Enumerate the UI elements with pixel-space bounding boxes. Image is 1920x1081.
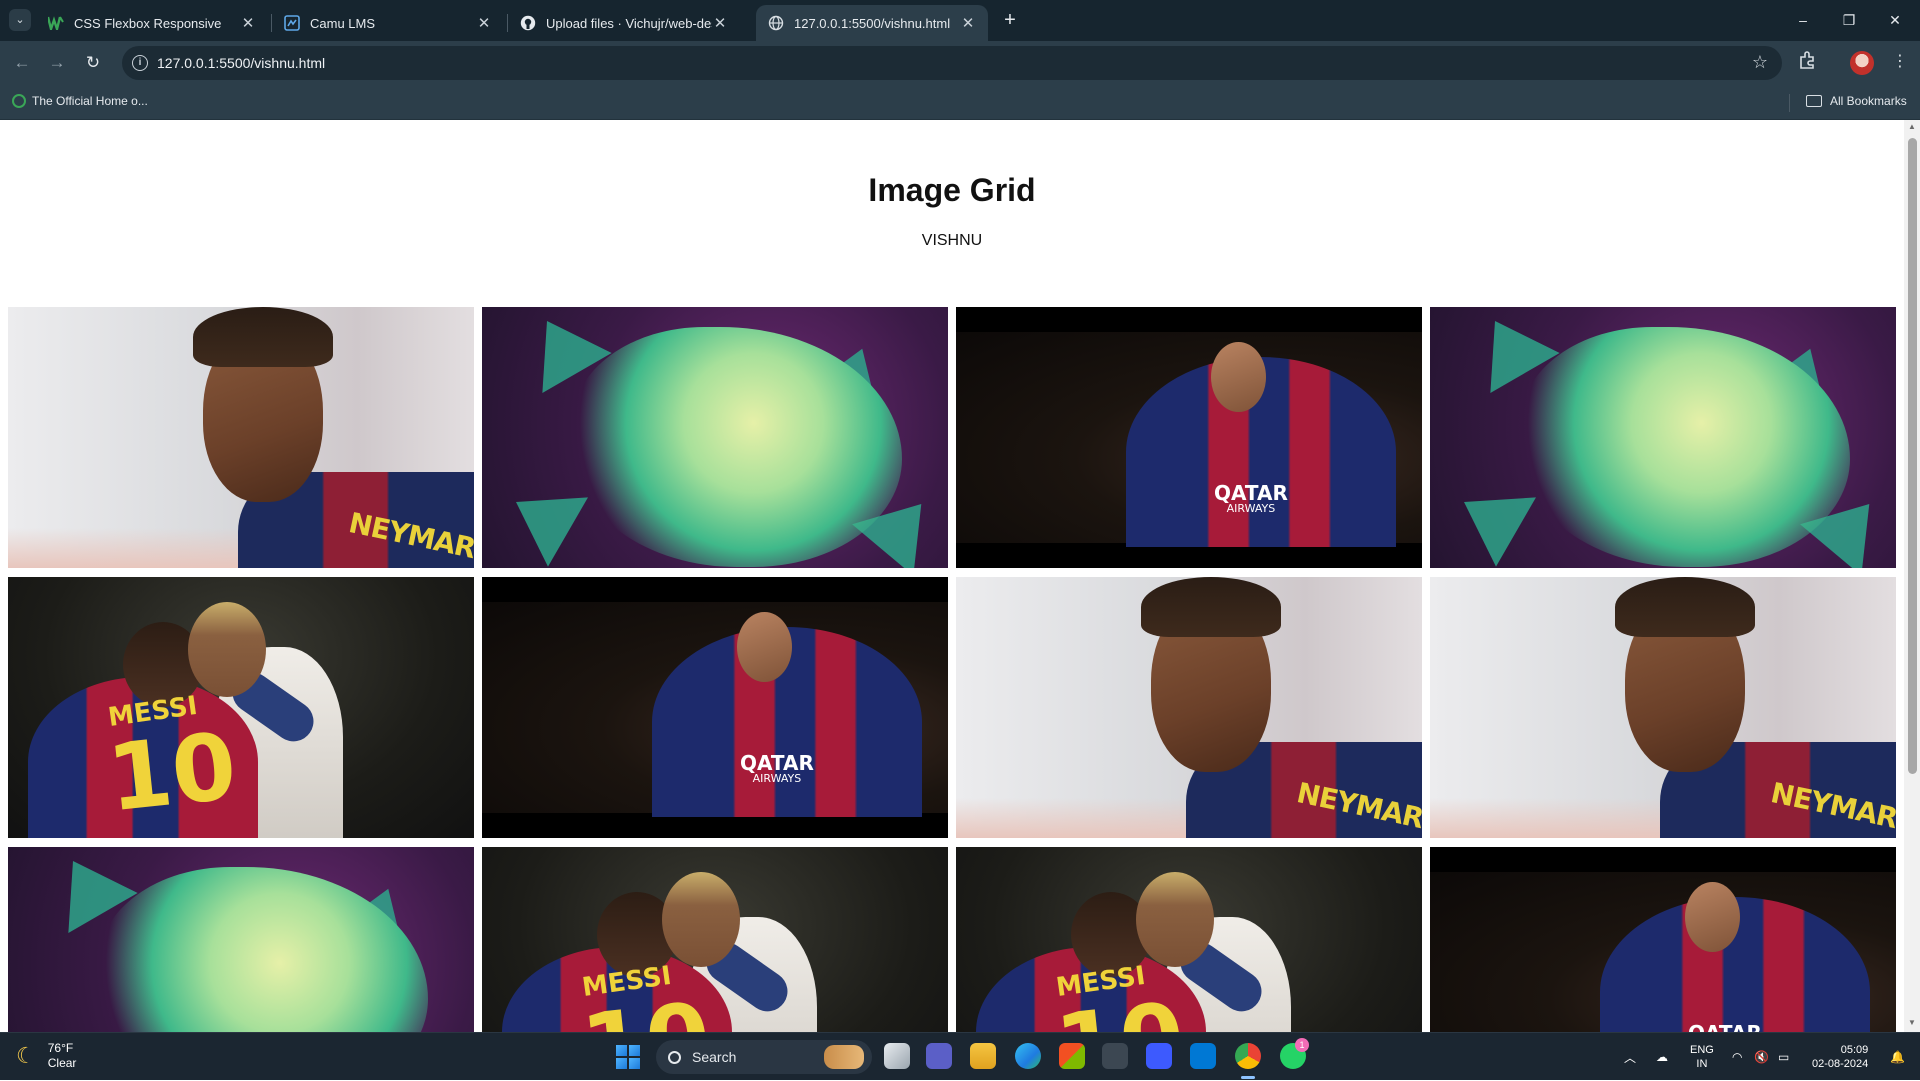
menu-kebab-icon[interactable]: ⋮ bbox=[1892, 51, 1908, 71]
taskbar-search-label: Search bbox=[692, 1049, 737, 1065]
region-code: IN bbox=[1696, 1058, 1708, 1070]
search-highlight-icon bbox=[824, 1045, 864, 1069]
page-title: Image Grid bbox=[868, 172, 1036, 208]
vscode-icon[interactable] bbox=[1190, 1043, 1216, 1069]
search-icon bbox=[668, 1050, 681, 1064]
bookmark-item[interactable]: The Official Home o... bbox=[12, 94, 148, 108]
tab-github-upload[interactable]: Upload files · Vichujr/web-desig ✕ bbox=[508, 5, 740, 41]
tab-title: CSS Flexbox Responsive bbox=[74, 15, 222, 31]
moon-icon: ☾ bbox=[16, 1043, 36, 1068]
grid-image-neymar-art bbox=[1430, 307, 1896, 568]
chevron-up-icon[interactable]: ︿ bbox=[1624, 1033, 1636, 1081]
language-indicator[interactable]: ENG IN bbox=[1690, 1043, 1714, 1071]
tab-css-flexbox[interactable]: CSS Flexbox Responsive ✕ bbox=[36, 5, 268, 41]
close-tab-icon[interactable]: ✕ bbox=[476, 14, 492, 32]
teams-icon[interactable] bbox=[926, 1043, 952, 1069]
bookmark-favicon-icon bbox=[12, 94, 26, 108]
grid-image-neymar-portrait: NEYMAR bbox=[956, 577, 1422, 838]
w3schools-icon bbox=[48, 15, 64, 31]
start-button[interactable] bbox=[616, 1045, 640, 1069]
tab-camu-lms[interactable]: Camu LMS ✕ bbox=[272, 5, 504, 41]
tab-title: Camu LMS bbox=[310, 15, 376, 31]
grid-image-messi-neymar-hug: MESSI10 bbox=[8, 577, 474, 838]
tab-vishnu-html[interactable]: 127.0.0.1:5500/vishnu.html ✕ bbox=[756, 5, 988, 41]
grid-image-neymar-stadium: QATARAIRWAYS bbox=[482, 577, 948, 838]
grid-image-neymar-portrait: NEYMAR bbox=[1430, 577, 1896, 838]
app-ai-icon[interactable] bbox=[1146, 1043, 1172, 1069]
bookmarks-bar: The Official Home o... All Bookmarks bbox=[0, 85, 1920, 120]
address-bar[interactable]: i 127.0.0.1:5500/vishnu.html ☆ bbox=[122, 46, 1782, 80]
address-url[interactable]: 127.0.0.1:5500/vishnu.html bbox=[157, 55, 325, 71]
clock[interactable]: 05:09 02-08-2024 bbox=[1812, 1043, 1868, 1071]
all-bookmarks-button[interactable]: All Bookmarks bbox=[1806, 94, 1907, 108]
scroll-down-icon[interactable]: ▼ bbox=[1907, 1018, 1917, 1027]
chrome-icon[interactable] bbox=[1235, 1043, 1261, 1069]
reload-icon[interactable]: ↻ bbox=[81, 51, 105, 75]
minimize-icon[interactable]: – bbox=[1780, 0, 1826, 40]
new-tab-button[interactable]: + bbox=[996, 6, 1024, 34]
camu-icon bbox=[284, 15, 300, 31]
browser-toolbar: ← → ↻ i 127.0.0.1:5500/vishnu.html ☆ ⋮ bbox=[0, 41, 1920, 85]
battery-icon[interactable]: ▭ bbox=[1778, 1033, 1789, 1081]
grid-image-neymar-stadium: QATARAIRWAYS bbox=[956, 307, 1422, 568]
tab-search-button[interactable]: ⌄ bbox=[9, 9, 31, 31]
notification-bell-icon[interactable]: 🔔 bbox=[1890, 1033, 1905, 1081]
bookmark-star-icon[interactable]: ☆ bbox=[1752, 52, 1768, 73]
grid-image-neymar-art bbox=[482, 307, 948, 568]
taskbar-search[interactable]: Search bbox=[656, 1040, 872, 1074]
app-hex-icon[interactable] bbox=[1102, 1043, 1128, 1069]
wifi-icon[interactable]: ◠ bbox=[1732, 1033, 1742, 1081]
grid-image-neymar-stadium: QATARAIRWAYS bbox=[1430, 847, 1896, 1032]
page-subtitle: VISHNU bbox=[921, 232, 983, 249]
tab-title: 127.0.0.1:5500/vishnu.html bbox=[794, 15, 951, 31]
edge-icon[interactable] bbox=[1015, 1043, 1041, 1069]
language-code: ENG bbox=[1690, 1044, 1714, 1056]
extensions-icon[interactable] bbox=[1798, 51, 1816, 74]
restore-icon[interactable]: ❐ bbox=[1826, 0, 1872, 40]
close-tab-icon[interactable]: ✕ bbox=[712, 14, 728, 32]
windows-taskbar: ☾ 76°F Clear Search 1 ︿ ☁ ENG IN ◠ 🔇 ▭ 0… bbox=[0, 1032, 1920, 1080]
grid-image-neymar-portrait: NEYMAR bbox=[8, 307, 474, 568]
grid-image-messi-neymar-hug: MESSI10 bbox=[482, 847, 948, 1032]
store-icon[interactable] bbox=[1059, 1043, 1085, 1069]
close-window-icon[interactable]: ✕ bbox=[1872, 0, 1918, 40]
weather-temp: 76°F bbox=[47, 1041, 74, 1055]
task-view-icon[interactable] bbox=[884, 1043, 910, 1069]
tab-title: Upload files · Vichujr/web-desig bbox=[546, 15, 712, 31]
globe-icon bbox=[768, 15, 784, 31]
scrollbar-thumb[interactable] bbox=[1908, 138, 1917, 774]
tab-strip: ⌄ CSS Flexbox Responsive ✕ Camu LMS ✕ Up… bbox=[0, 0, 1920, 41]
page-viewport: Image Grid VISHNU NEYMAR QATAR AIRWAYS MESS… bbox=[0, 120, 1904, 1032]
onedrive-icon[interactable]: ☁ bbox=[1656, 1033, 1668, 1081]
notification-badge: 1 bbox=[1295, 1038, 1309, 1052]
bookmark-label: The Official Home o... bbox=[32, 94, 148, 108]
scroll-up-icon[interactable]: ▲ bbox=[1907, 122, 1917, 131]
clock-time: 05:09 bbox=[1840, 1044, 1869, 1056]
vertical-scrollbar[interactable]: ▲ ▼ bbox=[1904, 120, 1920, 1032]
image-grid: NEYMAR QATAR AIRWAYS MESSI 10 QATAR AIRWAYS NEY… bbox=[8, 307, 1896, 1032]
bookmarks-divider bbox=[1789, 94, 1790, 112]
profile-avatar[interactable] bbox=[1850, 51, 1874, 75]
back-icon[interactable]: ← bbox=[10, 51, 34, 75]
folder-icon bbox=[1806, 95, 1822, 107]
close-tab-icon[interactable]: ✕ bbox=[960, 14, 976, 32]
site-info-icon[interactable]: i bbox=[132, 55, 148, 71]
close-tab-icon[interactable]: ✕ bbox=[240, 14, 256, 32]
grid-image-neymar-art bbox=[8, 847, 474, 1032]
weather-desc: Clear bbox=[47, 1056, 77, 1070]
forward-icon[interactable]: → bbox=[45, 51, 69, 75]
speaker-muted-icon[interactable]: 🔇 bbox=[1754, 1033, 1769, 1081]
clock-date: 02-08-2024 bbox=[1812, 1058, 1869, 1070]
active-app-indicator bbox=[1241, 1076, 1255, 1079]
github-icon bbox=[520, 15, 536, 31]
weather-widget[interactable]: ☾ 76°F Clear bbox=[16, 1041, 76, 1071]
grid-image-messi-neymar-hug: MESSI10 bbox=[956, 847, 1422, 1032]
file-explorer-icon[interactable] bbox=[970, 1043, 996, 1069]
all-bookmarks-label: All Bookmarks bbox=[1830, 94, 1907, 108]
